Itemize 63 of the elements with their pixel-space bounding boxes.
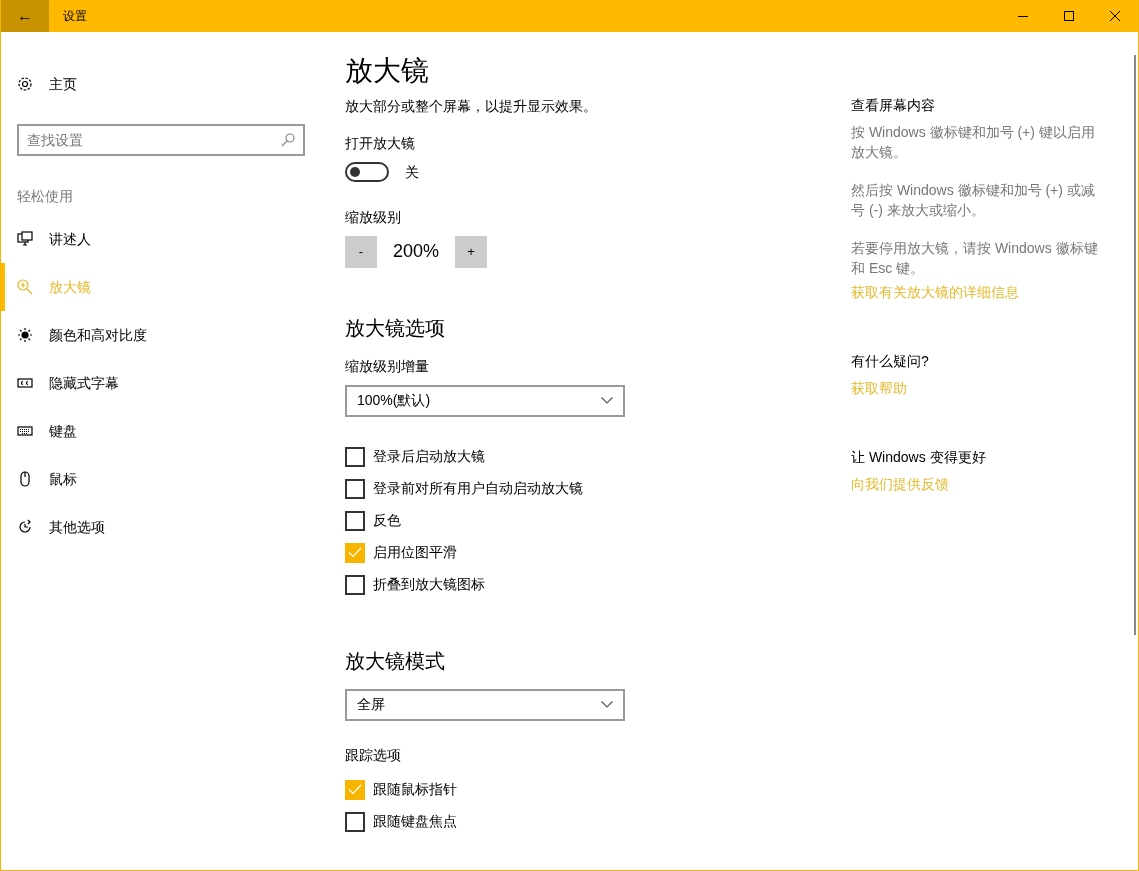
checkbox[interactable] bbox=[345, 478, 365, 499]
gear-icon bbox=[17, 76, 33, 92]
checkmark-icon bbox=[348, 547, 362, 559]
checkbox[interactable] bbox=[345, 811, 365, 832]
checkbox-label: 反色 bbox=[373, 511, 401, 531]
aside-heading: 让 Windows 变得更好 bbox=[851, 448, 987, 467]
zoom-out-button[interactable]: - bbox=[345, 235, 377, 268]
checkmark-icon bbox=[348, 784, 362, 796]
close-icon bbox=[1110, 11, 1120, 21]
section-heading: 放大镜选项 bbox=[345, 315, 446, 340]
zoom-in-button[interactable]: + bbox=[455, 235, 488, 268]
sidebar-item[interactable]: 鼠标 bbox=[1, 455, 305, 503]
checkbox-label: 跟随鼠标指针 bbox=[373, 780, 457, 800]
aside-heading: 有什么疑问? bbox=[851, 352, 930, 371]
home-link[interactable]: 主页 bbox=[49, 73, 77, 95]
help-paragraph: 若要停用放大镜，请按 Windows 徽标键和 Esc 键。 bbox=[851, 239, 1099, 278]
aside-heading: 查看屏幕内容 bbox=[851, 96, 936, 115]
checkbox-label: 登录前对所有用户自动启动放大镜 bbox=[373, 479, 583, 499]
scrollbar[interactable] bbox=[1134, 55, 1136, 635]
sun-icon bbox=[17, 327, 33, 343]
clock-arrow-icon bbox=[17, 519, 33, 535]
maximize-icon bbox=[1064, 11, 1074, 21]
dropdown[interactable]: 全屏 bbox=[345, 688, 625, 721]
page-title: 放大镜 bbox=[345, 54, 430, 88]
minimize-icon bbox=[1018, 15, 1028, 17]
checkbox[interactable] bbox=[345, 574, 365, 595]
window-title: 设置 bbox=[63, 8, 87, 25]
tracking-label: 跟踪选项 bbox=[345, 745, 402, 765]
sidebar-item[interactable]: 键盘 bbox=[1, 407, 305, 455]
search-field[interactable]: 查找设置 bbox=[17, 124, 305, 156]
monitor-icon bbox=[17, 231, 33, 247]
checkbox-label: 跟随键盘焦点 bbox=[373, 812, 457, 832]
checkbox[interactable] bbox=[345, 779, 365, 800]
mouse-icon bbox=[17, 471, 33, 487]
search-icon bbox=[281, 133, 295, 147]
keyboard-icon bbox=[17, 423, 33, 439]
help-paragraph: 然后按 Windows 徽标键和加号 (+) 或减号 (-) 来放大或缩小。 bbox=[851, 181, 1096, 220]
description-text: 放大部分或整个屏幕，以提升显示效果。 bbox=[345, 96, 598, 116]
checkbox-label: 折叠到放大镜图标 bbox=[373, 575, 485, 595]
zoom-level-value: 200% bbox=[393, 240, 440, 264]
magnifier-icon bbox=[17, 279, 33, 295]
chevron-down-icon bbox=[601, 397, 613, 405]
back-button[interactable]: ← bbox=[1, 0, 49, 32]
sidebar-item[interactable]: 其他选项 bbox=[1, 503, 305, 551]
checkbox[interactable] bbox=[345, 510, 365, 531]
captions-icon bbox=[17, 375, 33, 391]
section-label: 轻松使用 bbox=[17, 187, 74, 206]
checkbox-label: 登录后启动放大镜 bbox=[373, 447, 485, 467]
sidebar-item[interactable]: 讲述人 bbox=[1, 215, 305, 263]
sidebar-item[interactable]: 颜色和高对比度 bbox=[1, 311, 305, 359]
toggle-state-text: 关 bbox=[405, 162, 419, 182]
section-heading: 放大镜模式 bbox=[345, 648, 446, 673]
zoom-level-label: 缩放级别 bbox=[345, 207, 402, 227]
checkbox[interactable] bbox=[345, 446, 365, 467]
sidebar-item[interactable]: 隐藏式字幕 bbox=[1, 359, 305, 407]
checkbox-label: 启用位图平滑 bbox=[373, 543, 457, 563]
toggle-switch[interactable] bbox=[345, 162, 389, 183]
dropdown[interactable]: 100%(默认) bbox=[345, 384, 625, 417]
help-paragraph: 按 Windows 徽标键和加号 (+) 键以启用放大镜。 bbox=[851, 123, 1096, 162]
toggle-label: 打开放大镜 bbox=[345, 133, 416, 153]
chevron-down-icon bbox=[601, 701, 613, 709]
increment-label: 缩放级别增量 bbox=[345, 356, 430, 376]
checkbox[interactable] bbox=[345, 542, 365, 563]
